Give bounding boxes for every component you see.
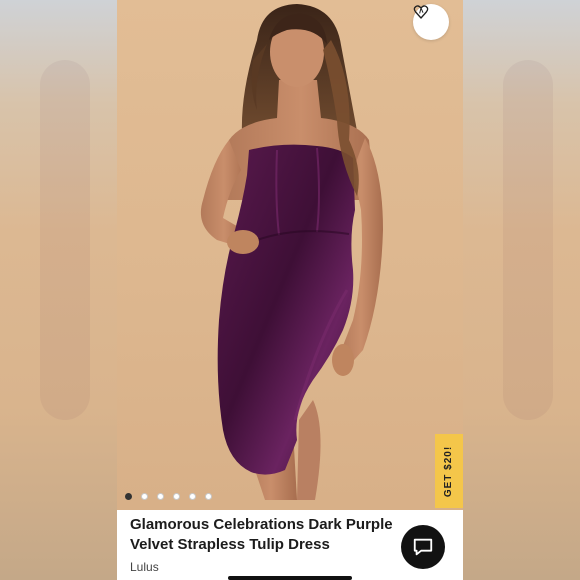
model-illustration xyxy=(200,4,383,500)
product-screen: GET $20! Glamorous Celebrations Dark Pur… xyxy=(117,0,463,580)
product-title-line1: Glamorous Celebrations Dark Purple xyxy=(130,516,393,533)
chat-icon xyxy=(413,538,433,556)
blurred-background-right xyxy=(463,0,580,580)
pagination-dot[interactable] xyxy=(189,493,196,500)
product-brand[interactable]: Lulus xyxy=(130,560,410,574)
product-info: Glamorous Celebrations Dark Purple Velve… xyxy=(130,515,410,574)
blurred-background-left xyxy=(0,0,117,580)
home-indicator xyxy=(228,576,352,580)
product-title-line2: Velvet Strapless Tulip Dress xyxy=(130,536,330,553)
promo-tab[interactable]: GET $20! xyxy=(435,434,463,508)
product-title: Glamorous Celebrations Dark Purple Velve… xyxy=(130,515,410,555)
pagination-dot[interactable] xyxy=(205,493,212,500)
promo-label: GET $20! xyxy=(443,445,455,497)
pagination-dot[interactable] xyxy=(141,493,148,500)
pagination-dot[interactable] xyxy=(125,493,132,500)
image-pagination xyxy=(125,493,212,500)
product-image[interactable]: GET $20! xyxy=(117,0,463,510)
favorite-button[interactable] xyxy=(413,4,449,40)
pagination-dot[interactable] xyxy=(157,493,164,500)
pagination-dot[interactable] xyxy=(173,493,180,500)
chat-button[interactable] xyxy=(401,525,445,569)
heart-icon xyxy=(413,5,429,19)
